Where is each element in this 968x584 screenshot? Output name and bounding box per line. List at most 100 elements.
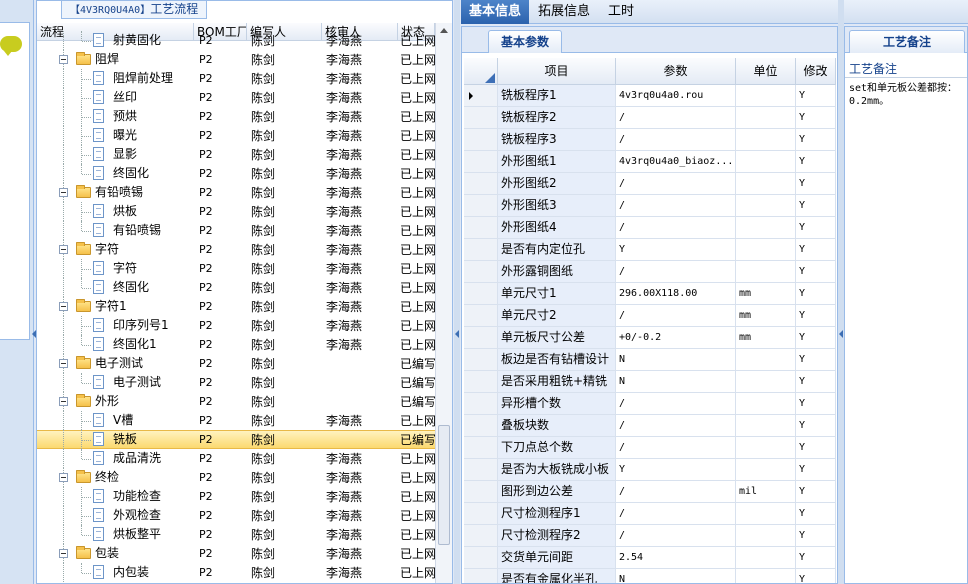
- param-value-cell[interactable]: /: [616, 305, 736, 326]
- tree-node-cell[interactable]: 字符: [37, 240, 194, 259]
- collapse-toggle-icon[interactable]: [59, 188, 68, 197]
- param-value-cell[interactable]: N: [616, 569, 736, 583]
- tab-extended-info[interactable]: 拓展信息: [530, 0, 598, 24]
- scroll-thumb[interactable]: [438, 425, 450, 545]
- tree-node-cell[interactable]: 阻焊: [37, 50, 194, 69]
- table-row[interactable]: 终固化1 P2 陈剑 李海燕 已上网: [37, 335, 435, 354]
- param-unit-cell[interactable]: [736, 195, 796, 216]
- table-row[interactable]: 是否采用粗铣+精铣 N Y: [464, 371, 836, 393]
- tab-basic-info[interactable]: 基本信息: [461, 0, 530, 24]
- param-unit-cell[interactable]: [736, 85, 796, 106]
- table-row[interactable]: 尺寸检测程序2/ Y: [464, 525, 836, 547]
- param-modify-cell[interactable]: Y: [796, 195, 836, 216]
- table-row[interactable]: V槽 P2 陈剑 李海燕 已上网: [37, 411, 435, 430]
- table-row[interactable]: 终固化 P2 陈剑 李海燕 已上网: [37, 164, 435, 183]
- param-unit-cell[interactable]: [736, 173, 796, 194]
- table-row[interactable]: 尺寸检测程序1/ Y: [464, 503, 836, 525]
- table-row[interactable]: 铣板 P2 陈剑 已编写: [37, 430, 435, 449]
- param-unit-cell[interactable]: [736, 525, 796, 546]
- table-row[interactable]: 外形图纸3/ Y: [464, 195, 836, 217]
- tree-node-cell[interactable]: 显影: [37, 145, 194, 164]
- collapse-toggle-icon[interactable]: [59, 55, 68, 64]
- table-row[interactable]: 终检 P2 陈剑 李海燕 已上网: [37, 468, 435, 487]
- table-row[interactable]: 铣板程序1 4v3rq0u4a0.rou Y: [464, 85, 836, 107]
- table-row[interactable]: 是否有金属化半孔 N Y: [464, 569, 836, 583]
- param-unit-cell[interactable]: mm: [736, 305, 796, 326]
- param-value-cell[interactable]: /: [616, 415, 736, 436]
- table-row[interactable]: 阻焊 P2 陈剑 李海燕 已上网: [37, 50, 435, 69]
- table-row[interactable]: 是否有内定位孔 Y Y: [464, 239, 836, 261]
- param-modify-cell[interactable]: Y: [796, 85, 836, 106]
- tab-work-hours[interactable]: 工时: [600, 0, 642, 24]
- param-value-cell[interactable]: Y: [616, 239, 736, 260]
- column-header-modify[interactable]: 修改: [796, 58, 836, 85]
- column-header-unit[interactable]: 单位: [736, 58, 796, 85]
- tree-node-cell[interactable]: 内包装: [37, 563, 194, 582]
- table-row[interactable]: 单元板尺寸公差 +0/-0.2 mm Y: [464, 327, 836, 349]
- param-unit-cell[interactable]: [736, 239, 796, 260]
- param-modify-cell[interactable]: Y: [796, 393, 836, 414]
- table-row[interactable]: 铣板程序3/ Y: [464, 129, 836, 151]
- tree-node-cell[interactable]: 字符: [37, 259, 194, 278]
- tree-node-cell[interactable]: 预烘: [37, 107, 194, 126]
- collapse-toggle-icon[interactable]: [59, 302, 68, 311]
- tree-node-cell[interactable]: 外形: [37, 392, 194, 411]
- tree-node-cell[interactable]: 阻焊前处理: [37, 69, 194, 88]
- param-unit-cell[interactable]: [736, 393, 796, 414]
- tree-node-cell[interactable]: 有铅喷锡: [37, 183, 194, 202]
- table-row[interactable]: 外观检查 P2 陈剑 李海燕 已上网: [37, 506, 435, 525]
- table-row[interactable]: 外形图纸4/ Y: [464, 217, 836, 239]
- param-value-cell[interactable]: /: [616, 525, 736, 546]
- splitter-left[interactable]: [454, 0, 460, 584]
- param-value-cell[interactable]: /: [616, 173, 736, 194]
- param-unit-cell[interactable]: [736, 349, 796, 370]
- tree-node-cell[interactable]: 有铅喷锡: [37, 221, 194, 240]
- param-modify-cell[interactable]: Y: [796, 305, 836, 326]
- param-modify-cell[interactable]: Y: [796, 503, 836, 524]
- table-row[interactable]: 射黄固化 P2 陈剑 李海燕 已上网: [37, 31, 435, 50]
- param-modify-cell[interactable]: Y: [796, 415, 836, 436]
- tree-node-cell[interactable]: 铣板: [37, 430, 194, 449]
- param-modify-cell[interactable]: Y: [796, 349, 836, 370]
- grid-corner-icon[interactable]: [464, 58, 498, 85]
- param-value-cell[interactable]: /: [616, 481, 736, 502]
- param-modify-cell[interactable]: Y: [796, 173, 836, 194]
- param-modify-cell[interactable]: Y: [796, 107, 836, 128]
- param-unit-cell[interactable]: [736, 569, 796, 583]
- param-value-cell[interactable]: 4v3rq0u4a0.rou: [616, 85, 736, 106]
- param-unit-cell[interactable]: mil: [736, 481, 796, 502]
- table-row[interactable]: 包装 P2 陈剑 李海燕 已上网: [37, 544, 435, 563]
- param-value-cell[interactable]: /: [616, 195, 736, 216]
- tree-node-cell[interactable]: V槽: [37, 411, 194, 430]
- table-row[interactable]: 电子测试 P2 陈剑 已编写: [37, 354, 435, 373]
- table-row[interactable]: 功能检查 P2 陈剑 李海燕 已上网: [37, 487, 435, 506]
- table-row[interactable]: 成品清洗 P2 陈剑 李海燕 已上网: [37, 449, 435, 468]
- table-row[interactable]: 图形到边公差 / mil Y: [464, 481, 836, 503]
- tree-node-cell[interactable]: 终检: [37, 468, 194, 487]
- param-unit-cell[interactable]: [736, 459, 796, 480]
- tree-node-cell[interactable]: 终固化: [37, 164, 194, 183]
- table-row[interactable]: 字符1 P2 陈剑 李海燕 已上网: [37, 297, 435, 316]
- tree-node-cell[interactable]: 射黄固化: [37, 31, 194, 50]
- table-row[interactable]: 字符 P2 陈剑 李海燕 已上网: [37, 259, 435, 278]
- tree-node-cell[interactable]: 包装: [37, 544, 194, 563]
- param-value-cell[interactable]: 4v3rq0u4a0_biaoz...: [616, 151, 736, 172]
- param-unit-cell[interactable]: mm: [736, 283, 796, 304]
- table-row[interactable]: 电子测试 P2 陈剑 已编写: [37, 373, 435, 392]
- param-unit-cell[interactable]: [736, 151, 796, 172]
- param-unit-cell[interactable]: [736, 129, 796, 150]
- splitter-arrow-icon[interactable]: [455, 330, 459, 338]
- tree-node-cell[interactable]: 曝光: [37, 126, 194, 145]
- param-value-cell[interactable]: 2.54: [616, 547, 736, 568]
- param-modify-cell[interactable]: Y: [796, 371, 836, 392]
- table-row[interactable]: 印序列号1 P2 陈剑 李海燕 已上网: [37, 316, 435, 335]
- param-modify-cell[interactable]: Y: [796, 261, 836, 282]
- table-row[interactable]: 内包装 P2 陈剑 李海燕 已上网: [37, 563, 435, 582]
- table-row[interactable]: 预烘 P2 陈剑 李海燕 已上网: [37, 107, 435, 126]
- table-row[interactable]: 交货单元间距 2.54 Y: [464, 547, 836, 569]
- column-header-item[interactable]: 项目: [498, 58, 616, 85]
- param-value-cell[interactable]: /: [616, 393, 736, 414]
- table-row[interactable]: 铣板程序2/ Y: [464, 107, 836, 129]
- param-value-cell[interactable]: N: [616, 371, 736, 392]
- param-unit-cell[interactable]: [736, 371, 796, 392]
